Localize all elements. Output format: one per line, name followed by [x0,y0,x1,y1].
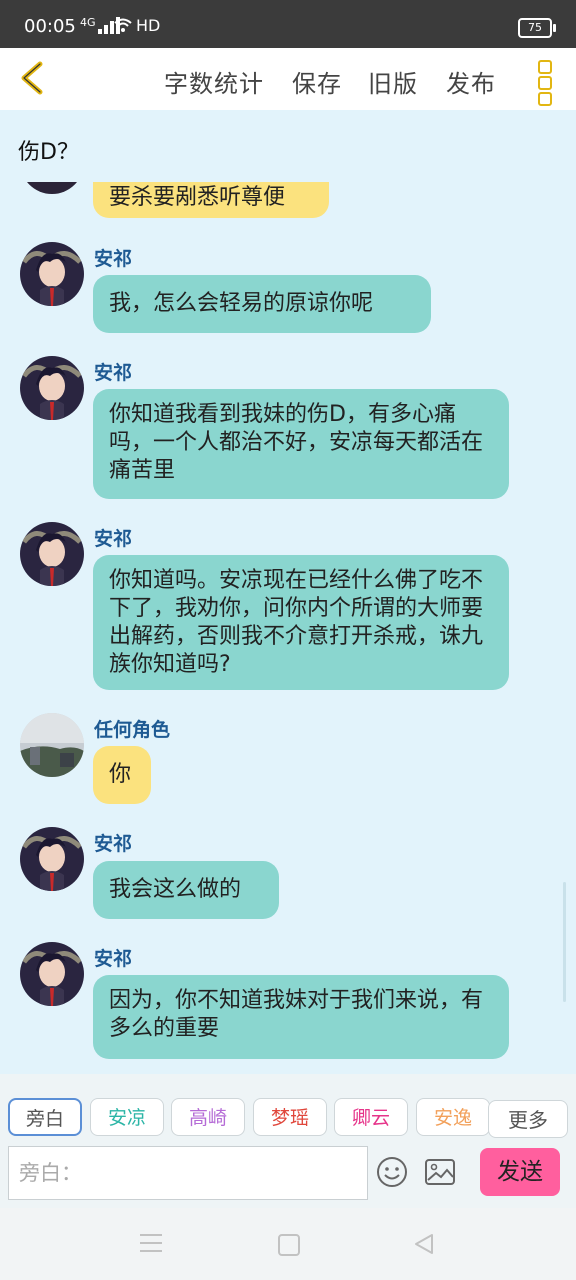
system-nav-bar [0,1208,576,1280]
character-chip-label: 高崎 [188,1107,227,1129]
avatar[interactable] [20,713,84,777]
sender-name: 安祁 [94,833,133,855]
character-chip-narrator[interactable]: 旁白 [8,1098,82,1136]
message-bubble[interactable]: 我会这么做的 [93,861,279,919]
sender-name: 安祁 [94,948,133,970]
input-panel: 旁白 安凉 高崎 梦瑶 卿云 安逸 更多 旁白： 发送 [0,1074,576,1208]
top-toolbar: 字数统计 保存 旧版 发布 [0,48,576,110]
word-count-button[interactable]: 字数统计 [164,64,264,99]
sender-name: 安祁 [94,362,133,384]
avatar[interactable] [20,182,84,194]
back-arrow-icon[interactable] [12,56,56,100]
message-bubble[interactable]: 要杀要剐悉听尊便 [93,182,329,218]
character-chip[interactable]: 高崎 [171,1098,245,1136]
message-bubble[interactable]: 我，怎么会轻易的原谅你呢 [93,275,431,333]
character-chip[interactable]: 梦瑶 [253,1098,327,1136]
character-chip[interactable]: 安逸 [416,1098,490,1136]
wifi-icon [114,18,132,32]
avatar[interactable] [20,827,84,891]
more-menu-icon[interactable] [524,56,564,106]
avatar[interactable] [20,522,84,586]
character-chip-label: 卿云 [351,1107,390,1129]
message-bubble[interactable]: 你知道吗。安凉现在已经什么佛了吃不下了，我劝你，问你内个所谓的大师要出解药，否则… [93,555,509,690]
back-triangle-icon[interactable] [412,1232,436,1256]
chat-area[interactable]: 要杀要剐悉听尊便 安祁 我，怎么会轻易的原谅你呢 安祁 你知道我看到我妹的伤D，… [0,182,576,1074]
avatar[interactable] [20,356,84,420]
avatar[interactable] [20,942,84,1006]
character-chip-label: 安凉 [107,1107,146,1129]
home-icon[interactable] [278,1234,300,1256]
image-icon[interactable] [424,1158,456,1186]
publish-button[interactable]: 发布 [446,64,496,99]
emoji-icon[interactable] [376,1156,408,1188]
character-chip-label: 旁白 [25,1108,64,1130]
hd-indicator: HD [136,16,161,35]
sender-name: 安祁 [94,248,133,270]
message-bubble[interactable]: 你 [93,746,151,804]
old-version-button[interactable]: 旧版 [368,64,418,99]
message-bubble[interactable]: 因为，你不知道我妹对于我们来说，有多么的重要 [93,975,509,1059]
page-title: 伤D？ [18,140,79,165]
more-characters-button[interactable]: 更多 [488,1100,568,1138]
recent-apps-icon[interactable] [140,1234,162,1252]
character-chip[interactable]: 卿云 [334,1098,408,1136]
character-chip-label: 梦瑶 [270,1107,309,1129]
scrollbar[interactable] [563,882,566,1002]
sender-name: 任何角色 [94,719,171,741]
status-time: 00:05 [24,16,76,37]
message-bubble[interactable]: 你知道我看到我妹的伤D，有多心痛吗，一个人都治不好，安凉每天都活在痛苦里 [93,389,509,499]
save-button[interactable]: 保存 [292,64,342,99]
battery-icon: 75 [518,18,556,38]
character-chip[interactable]: 安凉 [90,1098,164,1136]
send-button[interactable]: 发送 [480,1148,560,1196]
message-input[interactable]: 旁白： [8,1146,368,1200]
sender-name: 安祁 [94,528,133,550]
status-bar: 00:05 4G HD 75 [0,0,576,48]
character-chip-label: 安逸 [433,1107,472,1129]
avatar[interactable] [20,242,84,306]
